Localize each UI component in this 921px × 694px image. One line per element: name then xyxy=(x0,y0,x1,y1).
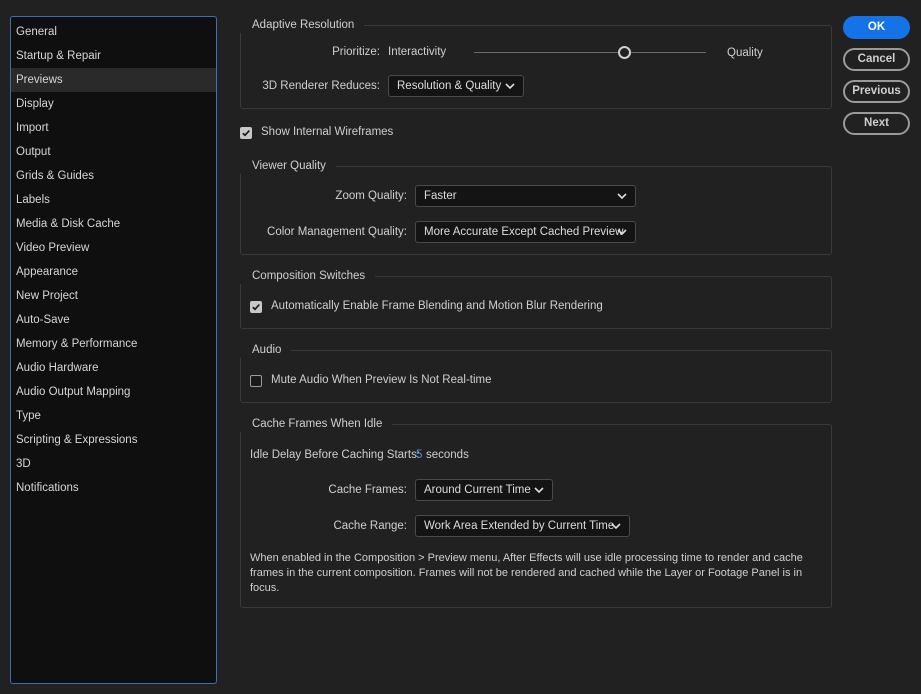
sidebar-item-previews[interactable]: Previews xyxy=(11,68,216,92)
viewer-quality-title: Viewer Quality xyxy=(240,158,336,174)
sidebar-item-labels[interactable]: Labels xyxy=(11,188,216,212)
sidebar-item-memory-performance[interactable]: Memory & Performance xyxy=(11,332,216,356)
previous-button[interactable]: Previous xyxy=(843,80,910,103)
sidebar-item-general[interactable]: General xyxy=(11,20,216,44)
idle-delay-value[interactable]: 5 xyxy=(416,449,422,461)
cache-frames-label: Cache Frames: xyxy=(328,484,407,496)
frame-blending-checkbox[interactable] xyxy=(250,301,262,313)
cache-range-label: Cache Range: xyxy=(333,520,407,532)
sidebar-item-startup-repair[interactable]: Startup & Repair xyxy=(11,44,216,68)
color-management-value: More Accurate Except Cached Preview xyxy=(424,226,624,238)
sidebar-item-import[interactable]: Import xyxy=(11,116,216,140)
renderer-label: 3D Renderer Reduces: xyxy=(262,80,380,92)
chevron-down-icon xyxy=(505,83,515,90)
cache-frames-description: When enabled in the Composition > Previe… xyxy=(250,552,803,594)
chevron-down-icon xyxy=(617,193,627,200)
sidebar-item-media-disk-cache[interactable]: Media & Disk Cache xyxy=(11,212,216,236)
sidebar-item-new-project[interactable]: New Project xyxy=(11,284,216,308)
slider-max-label: Quality xyxy=(727,47,763,59)
cache-frames-value: Around Current Time xyxy=(424,484,531,496)
sidebar-item-type[interactable]: Type xyxy=(11,404,216,428)
adaptive-resolution-title: Adaptive Resolution xyxy=(240,17,365,33)
cache-frames-title: Cache Frames When Idle xyxy=(240,416,393,432)
chevron-down-icon xyxy=(611,523,621,530)
ok-button[interactable]: OK xyxy=(843,16,910,39)
sidebar-item-auto-save[interactable]: Auto-Save xyxy=(11,308,216,332)
slider-min-label: Interactivity xyxy=(388,46,447,58)
chevron-down-icon xyxy=(617,229,627,236)
priority-slider-track[interactable] xyxy=(474,52,706,53)
idle-delay-unit: seconds xyxy=(426,449,469,461)
preferences-sidebar: General Startup & Repair Previews Display Im… xyxy=(10,16,217,684)
show-wireframes-checkbox[interactable] xyxy=(240,127,252,139)
sidebar-item-appearance[interactable]: Appearance xyxy=(11,260,216,284)
cancel-button[interactable]: Cancel xyxy=(843,48,910,71)
renderer-dropdown-value: Resolution & Quality xyxy=(397,80,502,92)
sidebar-item-output[interactable]: Output xyxy=(11,140,216,164)
sidebar-item-display[interactable]: Display xyxy=(11,92,216,116)
idle-delay-label: Idle Delay Before Caching Starts: xyxy=(250,449,421,461)
zoom-quality-label: Zoom Quality: xyxy=(335,190,407,202)
audio-title: Audio xyxy=(240,342,292,358)
sidebar-item-grids-guides[interactable]: Grids & Guides xyxy=(11,164,216,188)
checkmark-icon xyxy=(242,130,250,137)
color-management-label: Color Management Quality: xyxy=(267,226,407,238)
cache-range-value: Work Area Extended by Current Time xyxy=(424,520,615,532)
sidebar-item-audio-output-mapping[interactable]: Audio Output Mapping xyxy=(11,380,216,404)
color-management-dropdown[interactable]: More Accurate Except Cached Preview xyxy=(415,221,636,243)
sidebar-item-video-preview[interactable]: Video Preview xyxy=(11,236,216,260)
next-button[interactable]: Next xyxy=(843,112,910,135)
adaptive-resolution-group xyxy=(240,25,832,109)
checkmark-icon xyxy=(252,304,260,311)
zoom-quality-value: Faster xyxy=(424,190,457,202)
chevron-down-icon xyxy=(534,487,544,494)
sidebar-item-notifications[interactable]: Notifications xyxy=(11,476,216,500)
cache-frames-dropdown[interactable]: Around Current Time xyxy=(415,479,553,501)
show-wireframes-label: Show Internal Wireframes xyxy=(261,126,394,138)
mute-audio-checkbox[interactable] xyxy=(250,375,262,387)
sidebar-item-audio-hardware[interactable]: Audio Hardware xyxy=(11,356,216,380)
mute-audio-label: Mute Audio When Preview Is Not Real-time xyxy=(271,374,492,386)
prioritize-label: Prioritize: xyxy=(332,46,380,58)
cache-range-dropdown[interactable]: Work Area Extended by Current Time xyxy=(415,515,630,537)
sidebar-item-scripting-expressions[interactable]: Scripting & Expressions xyxy=(11,428,216,452)
frame-blending-label: Automatically Enable Frame Blending and … xyxy=(271,300,603,312)
renderer-dropdown[interactable]: Resolution & Quality xyxy=(388,75,524,97)
zoom-quality-dropdown[interactable]: Faster xyxy=(415,185,636,207)
composition-switches-title: Composition Switches xyxy=(240,268,376,284)
sidebar-item-3d[interactable]: 3D xyxy=(11,452,216,476)
